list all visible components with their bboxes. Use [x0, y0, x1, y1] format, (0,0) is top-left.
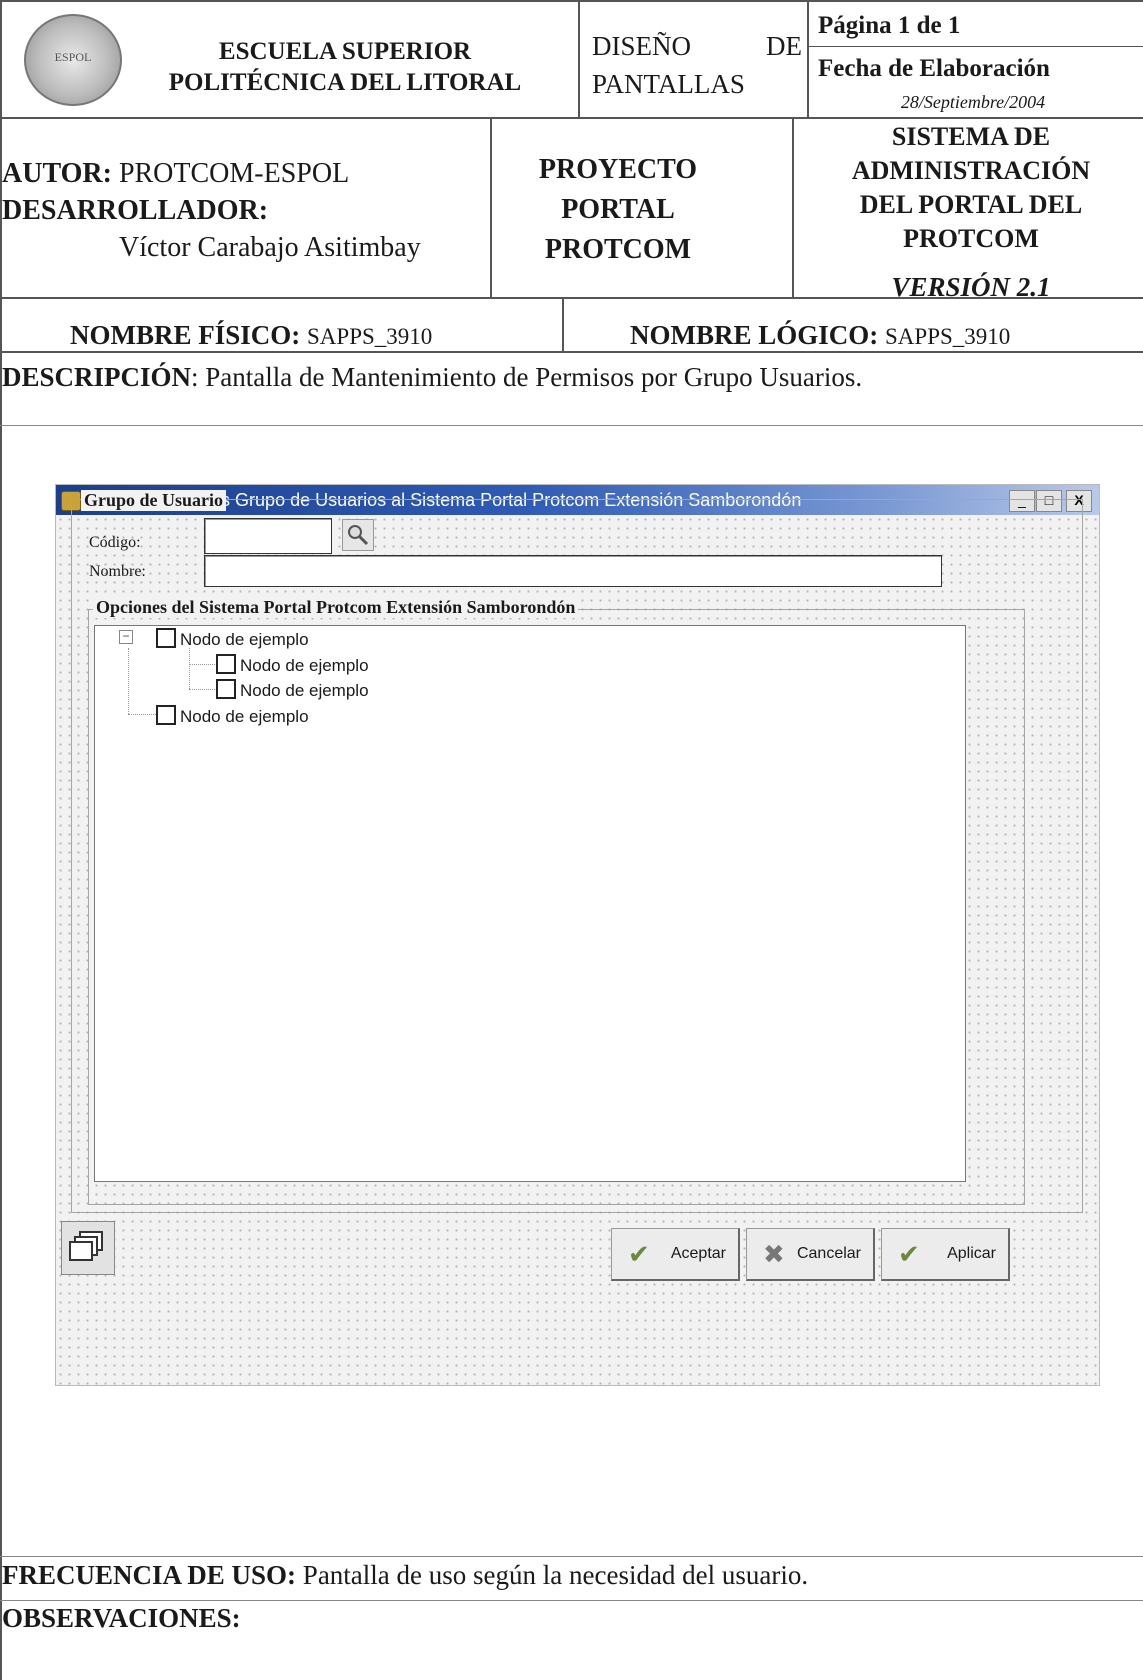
col-divider-d: [490, 117, 492, 297]
col-divider-b: [807, 0, 809, 117]
developer-label: DESARROLLADOR:: [2, 195, 269, 226]
date-label: Fecha de Elaboración: [818, 55, 1050, 82]
checkbox[interactable]: [216, 679, 236, 699]
institution-logo: ESPOL: [24, 14, 122, 106]
content-divider-top: [0, 425, 1143, 426]
tree-line-child: [189, 648, 190, 689]
logical-name: NOMBRE LÓGICO: SAPPS_3910: [630, 320, 1011, 350]
check-icon: ✔: [628, 1239, 650, 1269]
physical-name: NOMBRE FÍSICO: SAPPS_3910: [70, 320, 433, 350]
search-icon[interactable]: [342, 519, 374, 551]
check-icon: ✔: [898, 1239, 920, 1269]
tree-line-child-1: [189, 664, 215, 665]
permissions-window: Permisos para los Grupo de Usuarios al S…: [55, 484, 1100, 1386]
table-border-top: [0, 0, 1143, 2]
project-name: PROYECTO PORTAL PROTCOM: [538, 154, 698, 265]
col-divider-e: [792, 117, 794, 297]
tree-line-root: [128, 648, 129, 714]
checkbox[interactable]: [156, 628, 176, 648]
checkbox[interactable]: [216, 654, 236, 674]
tree-line-child-2: [189, 689, 215, 690]
name-input[interactable]: [204, 555, 942, 587]
col-divider-c: [807, 46, 1143, 47]
footer-divider: [0, 1600, 1143, 1601]
description: DESCRIPCIÓN: Pantalla de Mantenimiento d…: [2, 362, 863, 392]
developer-value: Víctor Carabajo Asitimbay: [119, 232, 421, 263]
apply-button[interactable]: ✔ Aplicar: [881, 1228, 1010, 1281]
options-tree[interactable]: − Nodo de ejemplo Nodo de ejemplo Nodo d…: [94, 625, 966, 1182]
header-divider-1: [0, 117, 1143, 119]
institution-name: ESCUELA SUPERIOR POLITÉCNICA DEL LITORAL: [168, 38, 522, 96]
tree-node[interactable]: Nodo de ejemplo: [216, 654, 369, 676]
cancel-button[interactable]: ✖ Cancelar: [746, 1228, 875, 1281]
version: VERSIÓN 2.1: [891, 272, 1051, 302]
content-divider-bottom: [0, 1556, 1143, 1557]
page-number: Página 1 de 1: [818, 12, 961, 39]
tree-node[interactable]: Nodo de ejemplo: [156, 705, 309, 727]
observations-label: OBSERVACIONES:: [2, 1603, 241, 1633]
header-divider-3: [0, 351, 1143, 353]
accept-button[interactable]: ✔ Aceptar: [611, 1228, 740, 1281]
usage-frequency: FRECUENCIA DE USO: Pantalla de uso según…: [2, 1560, 809, 1590]
name-label: Nombre:: [89, 563, 146, 580]
author-label: AUTOR:: [2, 158, 112, 189]
code-input[interactable]: [204, 518, 332, 554]
logo-text: ESPOL: [54, 50, 92, 64]
author-block: AUTOR: PROTCOM-ESPOL DESARROLLADOR: Víct…: [2, 155, 421, 266]
date-value: 28/Septiembre/2004: [900, 92, 1046, 112]
document-type: DISEÑO DE PANTALLAS: [592, 31, 802, 99]
windows-icon[interactable]: [61, 1221, 115, 1275]
cancel-icon: ✖: [763, 1239, 785, 1269]
user-group-label: Grupo de Usuario: [81, 490, 227, 511]
collapse-icon[interactable]: −: [119, 630, 133, 644]
col-divider-f: [562, 297, 564, 351]
tree-node[interactable]: Nodo de ejemplo: [156, 628, 309, 650]
options-label: Opciones del Sistema Portal Protcom Exte…: [93, 597, 579, 618]
tree-node[interactable]: Nodo de ejemplo: [216, 679, 369, 701]
system-name: SISTEMA DE ADMINISTRACIÓN DEL PORTAL DEL…: [851, 122, 1091, 253]
author-value: PROTCOM-ESPOL: [118, 158, 350, 189]
tree-line-last: [128, 714, 156, 715]
col-divider-a: [578, 0, 580, 117]
code-label: Código:: [89, 534, 141, 551]
checkbox[interactable]: [156, 705, 176, 725]
